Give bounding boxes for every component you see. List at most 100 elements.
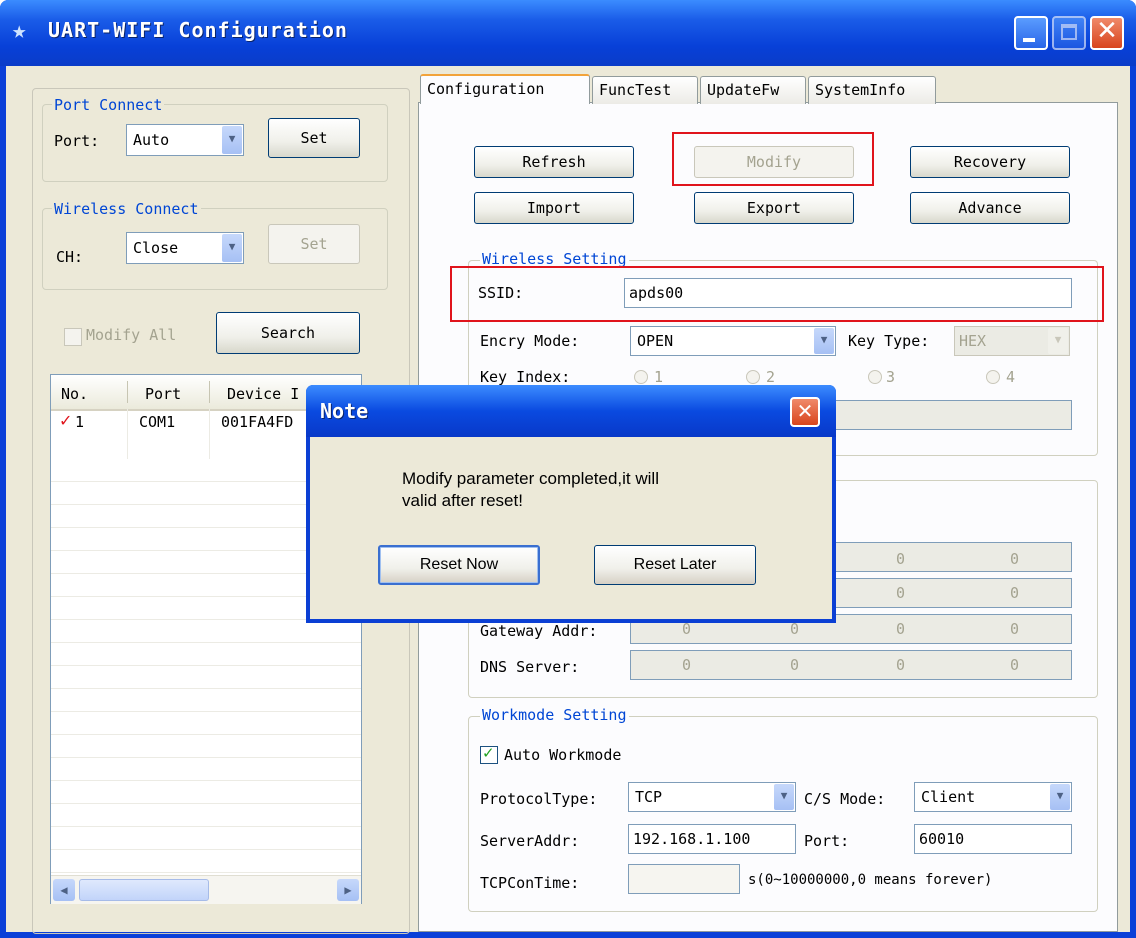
dns-label: DNS Server: <box>480 658 580 676</box>
scroll-thumb[interactable] <box>79 879 209 901</box>
col-no: No. <box>61 385 89 403</box>
key-index-1-label: 1 <box>654 368 664 386</box>
refresh-button[interactable]: Refresh <box>474 146 634 178</box>
server-addr-label: ServerAddr: <box>480 832 580 850</box>
row-port: COM1 <box>139 413 176 431</box>
cs-mode-value: Client <box>921 788 976 806</box>
protocol-label: ProtocolType: <box>480 790 598 808</box>
server-port-input[interactable]: 60010 <box>914 824 1072 854</box>
col-port: Port <box>145 385 182 403</box>
ip-seg-3: 0 <box>896 550 906 568</box>
chevron-down-icon: ▼ <box>774 784 794 810</box>
server-addr-input[interactable]: 192.168.1.100 <box>628 824 796 854</box>
scroll-left-icon[interactable]: ◀ <box>53 879 75 901</box>
cs-mode-label: C/S Mode: <box>804 790 886 808</box>
key-type-value: HEX <box>959 332 987 350</box>
note-dialog-titlebar[interactable]: Note ✕ <box>306 385 836 437</box>
dns-field <box>630 650 1072 680</box>
import-button[interactable]: Import <box>474 192 634 224</box>
ip-seg-4: 0 <box>1010 550 1020 568</box>
tcpcon-hint: s(0~10000000,0 means forever) <box>748 872 993 888</box>
port-set-button[interactable]: Set <box>268 118 360 158</box>
horizontal-scrollbar[interactable]: ◀ ▶ <box>51 875 361 904</box>
dns-seg-2: 0 <box>790 656 800 674</box>
server-port-label: Port: <box>804 832 850 850</box>
auto-workmode-label: Auto Workmode <box>504 746 622 764</box>
chevron-down-icon: ▼ <box>1048 328 1068 354</box>
cs-mode-select[interactable]: Client ▼ <box>914 782 1072 812</box>
title-bar[interactable]: ★ UART-WIFI Configuration ✕ <box>0 0 1136 66</box>
port-select-value: Auto <box>133 131 170 149</box>
reset-later-button[interactable]: Reset Later <box>594 545 756 585</box>
key-index-3-label: 3 <box>886 368 896 386</box>
key-index-2-label: 2 <box>766 368 776 386</box>
encry-mode-select[interactable]: OPEN ▼ <box>630 326 836 356</box>
encry-mode-label: Encry Mode: <box>480 332 580 350</box>
port-label: Port: <box>54 132 100 150</box>
minimize-button[interactable] <box>1014 16 1048 50</box>
dialog-close-button[interactable]: ✕ <box>790 397 820 427</box>
star-icon: ★ <box>12 16 27 44</box>
dialog-message-line2: valid after reset! <box>402 491 523 510</box>
chevron-down-icon: ▼ <box>222 126 242 154</box>
key-index-label: Key Index: <box>480 368 571 386</box>
dns-seg-1: 0 <box>682 656 692 674</box>
checkmark-icon: ✓ <box>59 411 73 430</box>
auto-workmode-checkbox[interactable]: ✓ <box>480 744 498 764</box>
ch-select-value: Close <box>133 239 179 257</box>
recovery-button[interactable]: Recovery <box>910 146 1070 178</box>
tcpcon-input[interactable] <box>628 864 740 894</box>
tab-functest[interactable]: FuncTest <box>592 76 698 104</box>
port-select[interactable]: Auto ▼ <box>126 124 244 156</box>
advance-button[interactable]: Advance <box>910 192 1070 224</box>
close-icon: ✕ <box>796 399 814 423</box>
reset-now-button[interactable]: Reset Now <box>378 545 540 585</box>
gw-seg-3: 0 <box>896 620 906 638</box>
row-no: 1 <box>75 413 85 431</box>
row-device: 001FA4FD <box>221 413 294 431</box>
scroll-right-icon[interactable]: ▶ <box>337 879 359 901</box>
search-button[interactable]: Search <box>216 312 360 354</box>
encry-mode-value: OPEN <box>637 332 674 350</box>
ch-label: CH: <box>56 248 84 266</box>
ssid-highlight <box>450 266 1104 322</box>
col-device: Device I <box>227 385 300 403</box>
key-index-radio-3 <box>868 370 882 384</box>
checkmark-icon: ✓ <box>482 744 495 762</box>
wireless-connect-label: Wireless Connect <box>52 200 201 218</box>
port-connect-label: Port Connect <box>52 96 165 114</box>
window-title: UART-WIFI Configuration <box>48 18 348 42</box>
maximize-button <box>1052 16 1086 50</box>
note-dialog-body: Modify parameter completed,it will valid… <box>310 437 832 619</box>
close-button[interactable]: ✕ <box>1090 16 1124 50</box>
mask-seg-3: 0 <box>896 584 906 602</box>
modify-all-checkbox <box>64 328 82 346</box>
dns-seg-4: 0 <box>1010 656 1020 674</box>
key-index-4-label: 4 <box>1006 368 1016 386</box>
ch-set-button: Set <box>268 224 360 264</box>
key-index-radio-4 <box>986 370 1000 384</box>
key-type-label: Key Type: <box>848 332 930 350</box>
dialog-message-line1: Modify parameter completed,it will <box>402 469 659 488</box>
mask-seg-4: 0 <box>1010 584 1020 602</box>
modify-all-label: Modify All <box>86 326 177 344</box>
tab-systeminfo[interactable]: SystemInfo <box>808 76 936 104</box>
gateway-label: Gateway Addr: <box>480 622 598 640</box>
export-button[interactable]: Export <box>694 192 854 224</box>
gw-seg-4: 0 <box>1010 620 1020 638</box>
dns-seg-3: 0 <box>896 656 906 674</box>
ch-select[interactable]: Close ▼ <box>126 232 244 264</box>
tab-configuration[interactable]: Configuration <box>420 74 590 104</box>
minimize-icon <box>1023 38 1035 42</box>
protocol-value: TCP <box>635 788 663 806</box>
workmode-setting-label: Workmode Setting <box>480 706 629 724</box>
tab-updatefw[interactable]: UpdateFw <box>700 76 806 104</box>
modify-highlight <box>672 132 874 186</box>
chevron-down-icon: ▼ <box>222 234 242 262</box>
key-index-radio-1 <box>634 370 648 384</box>
key-index-radio-2 <box>746 370 760 384</box>
chevron-down-icon: ▼ <box>1050 784 1070 810</box>
tcpcon-label: TCPConTime: <box>480 874 580 892</box>
maximize-icon <box>1061 24 1077 40</box>
protocol-select[interactable]: TCP ▼ <box>628 782 796 812</box>
